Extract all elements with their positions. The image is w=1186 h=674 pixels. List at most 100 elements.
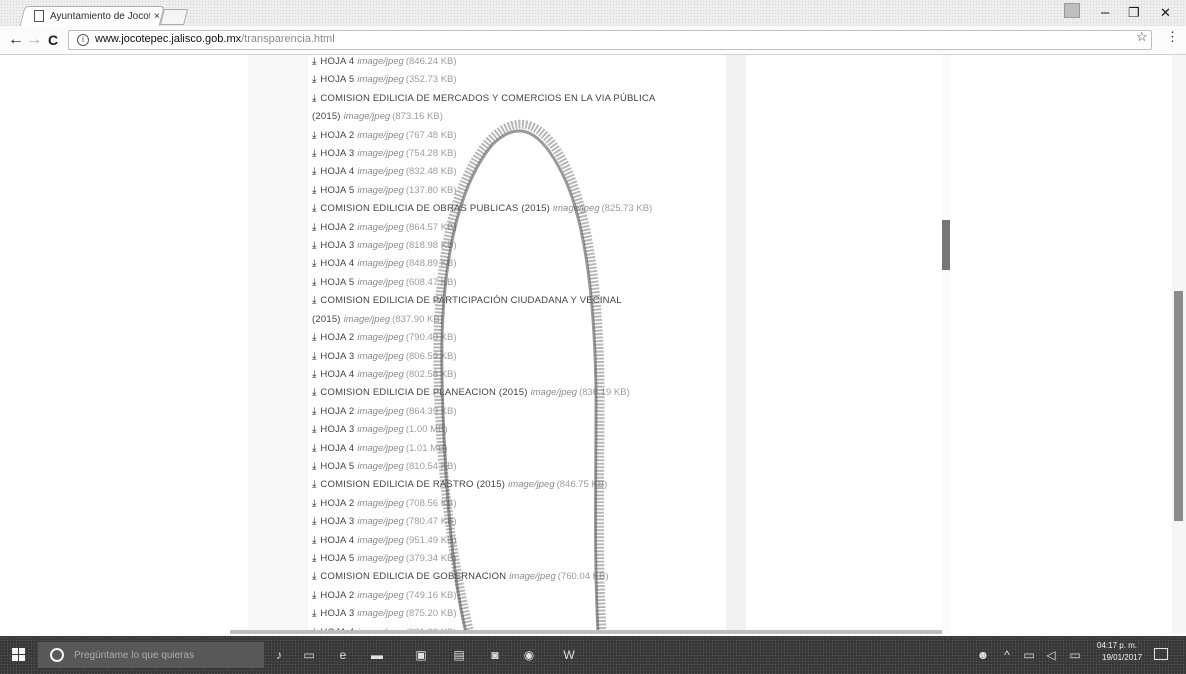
close-window-button[interactable]: ✕ xyxy=(1160,5,1171,21)
download-icon[interactable]: ⤓ xyxy=(312,535,316,546)
maximize-button[interactable]: ❐ xyxy=(1128,5,1140,21)
document-size: (825.73 KB) xyxy=(601,203,653,215)
minimize-button[interactable]: – xyxy=(1101,4,1109,21)
download-icon[interactable]: ⤓ xyxy=(312,130,316,141)
download-icon[interactable]: ⤓ xyxy=(312,553,316,564)
user-icon[interactable] xyxy=(1064,3,1080,18)
bookmark-star-icon[interactable]: ☆ xyxy=(1136,29,1148,45)
taskbar-search-placeholder: Pregúntame lo que quieras xyxy=(74,649,195,661)
taskbar-time[interactable]: 04:17 p. m. xyxy=(1097,641,1137,650)
document-link[interactable]: HOJA 3 xyxy=(320,516,354,527)
document-link[interactable]: HOJA 4 xyxy=(320,56,354,67)
document-link[interactable]: HOJA 4 xyxy=(320,369,354,380)
document-list-item: ⤓ HOJA 2 image/jpeg (790.40 KB) xyxy=(312,329,712,347)
document-link[interactable]: HOJA 2 xyxy=(320,222,354,233)
page-scrollbar-thumb[interactable] xyxy=(1174,291,1183,521)
volume-icon[interactable]: ◁ xyxy=(1044,648,1058,662)
store-icon[interactable]: ▤ xyxy=(452,648,466,662)
document-link[interactable]: HOJA 4 xyxy=(320,535,354,546)
new-tab-button[interactable] xyxy=(160,9,188,25)
microphone-icon[interactable]: ♪ xyxy=(272,648,286,662)
download-icon[interactable]: ⤓ xyxy=(312,185,316,196)
download-icon[interactable]: ⤓ xyxy=(312,240,316,251)
document-link[interactable]: COMISION EDILICIA DE OBRAS PUBLICAS (201… xyxy=(320,203,550,214)
download-icon[interactable]: ⤓ xyxy=(312,93,316,104)
download-icon[interactable]: ⤓ xyxy=(312,277,316,288)
browser-tab-content[interactable]: Ayuntamiento de Jocotepec × xyxy=(22,6,160,26)
download-icon[interactable]: ⤓ xyxy=(312,148,316,159)
download-icon[interactable]: ⤓ xyxy=(312,295,316,306)
download-icon[interactable]: ⤓ xyxy=(312,406,316,417)
download-icon[interactable]: ⤓ xyxy=(312,387,316,398)
download-icon[interactable]: ⤓ xyxy=(312,258,316,269)
document-link[interactable]: HOJA 4 xyxy=(320,443,354,454)
document-mime: image/jpeg xyxy=(357,608,404,620)
word-icon[interactable]: W xyxy=(562,648,576,662)
document-link[interactable]: HOJA 5 xyxy=(320,553,354,564)
download-icon[interactable]: ⤓ xyxy=(312,332,316,343)
document-list-item: ⤓ HOJA 2 image/jpeg (864.57 KB) xyxy=(312,219,712,237)
document-link[interactable]: COMISION EDILICIA DE PLANEACION (2015) xyxy=(320,387,527,398)
edge-browser-icon[interactable]: e xyxy=(336,648,350,662)
document-link[interactable]: HOJA 3 xyxy=(320,608,354,619)
file-explorer-icon[interactable]: ▬ xyxy=(370,648,384,662)
taskbar-search-box[interactable]: Pregúntame lo que quieras xyxy=(38,642,264,668)
people-icon[interactable]: ☻ xyxy=(976,648,990,662)
document-link[interactable]: HOJA 4 xyxy=(320,166,354,177)
document-link[interactable]: HOJA 3 xyxy=(320,240,354,251)
reload-button[interactable]: C xyxy=(48,32,58,48)
document-link[interactable]: HOJA 3 xyxy=(320,351,354,362)
browser-menu-icon[interactable]: ⋮ xyxy=(1166,29,1179,45)
inner-scrollbar-track[interactable] xyxy=(942,55,950,633)
download-icon[interactable]: ⤓ xyxy=(312,166,316,177)
download-icon[interactable]: ⤓ xyxy=(312,498,316,509)
document-link[interactable]: HOJA 2 xyxy=(320,590,354,601)
document-link[interactable]: HOJA 3 xyxy=(320,424,354,435)
inner-scrollbar-thumb[interactable] xyxy=(942,220,950,270)
download-icon[interactable]: ⤓ xyxy=(312,461,316,472)
download-icon[interactable]: ⤓ xyxy=(312,369,316,380)
download-icon[interactable]: ⤓ xyxy=(312,590,316,601)
back-button[interactable]: ← xyxy=(8,31,24,49)
document-mime: image/jpeg xyxy=(508,479,555,491)
document-link[interactable]: HOJA 5 xyxy=(320,185,354,196)
windows-start-icon[interactable] xyxy=(12,648,26,662)
download-icon[interactable]: ⤓ xyxy=(312,479,316,490)
download-icon[interactable]: ⤓ xyxy=(312,203,316,214)
info-icon[interactable]: i xyxy=(77,34,89,46)
download-icon[interactable]: ⤓ xyxy=(312,516,316,527)
action-center-icon[interactable] xyxy=(1154,648,1168,660)
chevron-up-icon[interactable]: ^ xyxy=(1000,648,1014,662)
download-icon[interactable]: ⤓ xyxy=(312,351,316,362)
taskbar-date[interactable]: 19/01/2017 xyxy=(1102,653,1142,662)
document-link[interactable]: HOJA 5 xyxy=(320,461,354,472)
download-icon[interactable]: ⤓ xyxy=(312,74,316,85)
document-link[interactable]: HOJA 2 xyxy=(320,498,354,509)
app-icon[interactable]: ▣ xyxy=(414,648,428,662)
photos-icon[interactable]: ◙ xyxy=(488,648,502,662)
horizontal-scrollbar[interactable] xyxy=(230,630,942,634)
task-view-icon[interactable]: ▭ xyxy=(302,648,316,662)
download-icon[interactable]: ⤓ xyxy=(312,424,316,435)
document-link[interactable]: COMISION EDILICIA DE GOBERNACION xyxy=(320,571,506,582)
download-icon[interactable]: ⤓ xyxy=(312,222,316,233)
keyboard-icon[interactable]: ▭ xyxy=(1068,648,1082,662)
chrome-icon[interactable]: ◉ xyxy=(522,648,536,662)
document-link[interactable]: COMISION EDILICIA DE RASTRO (2015) xyxy=(320,479,505,490)
tab-close-icon[interactable]: × xyxy=(154,11,160,22)
page-scrollbar[interactable] xyxy=(1172,55,1186,633)
forward-button[interactable]: → xyxy=(26,31,42,49)
download-icon[interactable]: ⤓ xyxy=(312,571,316,582)
network-icon[interactable]: ▭ xyxy=(1022,648,1036,662)
download-icon[interactable]: ⤓ xyxy=(312,443,316,454)
document-link[interactable]: HOJA 2 xyxy=(320,332,354,343)
document-link[interactable]: HOJA 2 xyxy=(320,130,354,141)
document-link[interactable]: HOJA 5 xyxy=(320,74,354,85)
download-icon[interactable]: ⤓ xyxy=(312,56,316,67)
document-link[interactable]: HOJA 4 xyxy=(320,258,354,269)
document-link[interactable]: HOJA 5 xyxy=(320,277,354,288)
document-link[interactable]: HOJA 2 xyxy=(320,406,354,417)
download-icon[interactable]: ⤓ xyxy=(312,608,316,619)
document-link[interactable]: HOJA 3 xyxy=(320,148,354,159)
address-bar[interactable]: i www.jocotepec.jalisco.gob.mx/transpare… xyxy=(68,30,1152,50)
